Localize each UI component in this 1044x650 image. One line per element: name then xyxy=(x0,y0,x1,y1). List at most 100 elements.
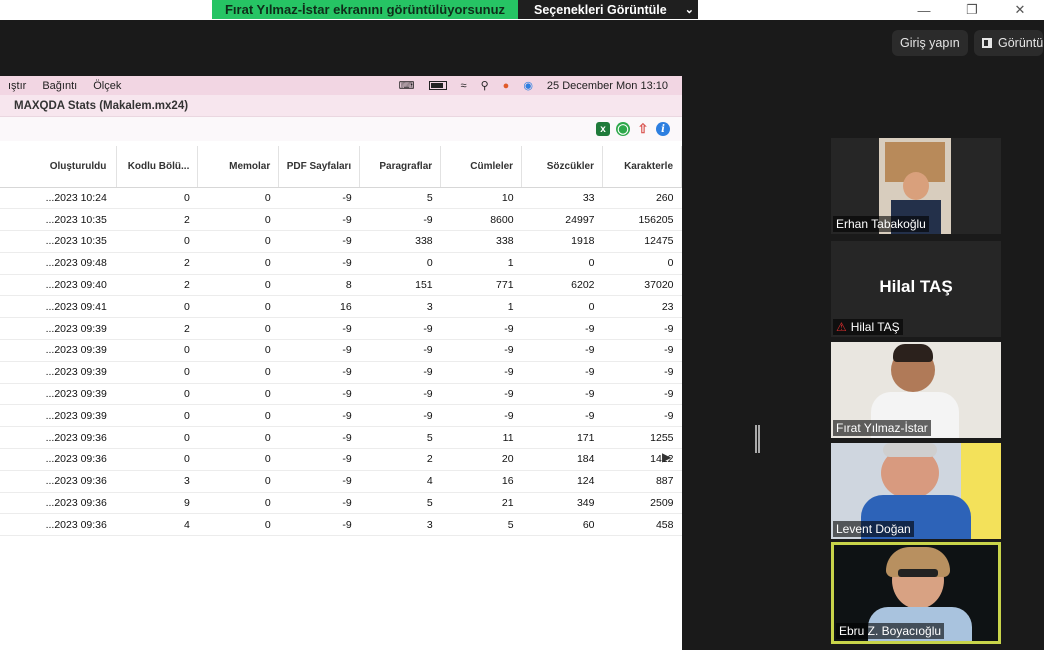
table-cell: -9 xyxy=(359,404,441,428)
participant-tile[interactable]: Fırat Yılmaz-İstar xyxy=(831,342,1001,438)
minimize-icon[interactable]: — xyxy=(900,3,948,18)
table-cell: 0 xyxy=(116,383,198,406)
table-cell: -9 xyxy=(602,383,682,406)
table-cell: ...2023 09:36 xyxy=(0,426,117,450)
col-header-pdf-pages[interactable]: PDF Sayfaları xyxy=(278,146,361,188)
table-cell: -9 xyxy=(440,404,522,428)
table-cell: 1 xyxy=(440,295,522,319)
table-header-row: Oluşturuldu Kodlu Bölü... Memolar PDF Sa… xyxy=(0,146,682,188)
table-row[interactable]: ...2023 09:39 0 0 -9 -9 -9 -9 -9 xyxy=(0,383,682,406)
table-row[interactable]: ...2023 09:39 2 0 -9 -9 -9 -9 -9 xyxy=(0,317,682,341)
table-cell: 349 xyxy=(521,492,603,515)
participant-tile[interactable]: Erhan Tabakoğlu xyxy=(831,138,1001,234)
table-row[interactable]: ...2023 09:40 2 0 8 151 771 6202 37020 xyxy=(0,274,682,297)
table-row[interactable]: ...2023 09:39 0 0 -9 -9 -9 -9 -9 xyxy=(0,404,682,428)
participant-tile[interactable]: Hilal TAŞ ⚠ Hilal TAŞ xyxy=(831,241,1001,337)
participant-tile-active-speaker[interactable]: Ebru Z. Boyacıoğlu xyxy=(831,542,1001,644)
table-cell: -9 xyxy=(278,208,360,232)
table-cell: 0 xyxy=(197,448,279,471)
table-cell: 16 xyxy=(278,295,360,319)
table-cell: 0 xyxy=(521,252,603,275)
table-row[interactable]: ...2023 10:35 0 0 -9 338 338 1918 12475 xyxy=(0,230,682,253)
table-row[interactable]: ...2023 10:35 2 0 -9 -9 8600 24997 156205 xyxy=(0,208,682,232)
table-cell: -9 xyxy=(359,383,441,406)
table-cell: ...2023 09:39 xyxy=(0,361,117,384)
web-export-icon[interactable]: ◯ xyxy=(616,122,630,136)
participant-name: Levent Doğan xyxy=(833,521,914,537)
table-row[interactable]: ...2023 09:36 0 0 -9 5 11 171 1255 xyxy=(0,426,682,450)
info-icon[interactable]: i xyxy=(656,122,670,136)
table-cell: 2509 xyxy=(602,492,682,515)
table-row[interactable]: ...2023 09:36 3 0 -9 4 16 124 887 xyxy=(0,470,682,493)
wifi-icon[interactable]: ≈ xyxy=(461,80,467,92)
table-cell: 8 xyxy=(278,274,360,297)
table-cell: 16 xyxy=(440,470,522,493)
table-cell: 0 xyxy=(197,492,279,515)
table-cell: 0 xyxy=(197,274,279,297)
table-cell: 0 xyxy=(116,295,198,319)
table-row[interactable]: ...2023 09:36 0 0 -9 2 20 184 1412 xyxy=(0,448,682,471)
view-label: Görüntü xyxy=(998,36,1044,50)
spotlight-search-icon[interactable]: ⚲ xyxy=(481,79,489,92)
close-icon[interactable]: ✕ xyxy=(996,2,1044,18)
stats-table: Oluşturuldu Kodlu Bölü... Memolar PDF Sa… xyxy=(0,146,682,537)
table-cell: 2 xyxy=(116,208,198,232)
restore-icon[interactable]: ❐ xyxy=(948,2,996,18)
keyboard-icon[interactable]: ⌨ xyxy=(399,79,415,92)
table-cell: -9 xyxy=(602,317,682,341)
table-cell: 3 xyxy=(359,295,441,319)
table-row[interactable]: ...2023 09:36 9 0 -9 5 21 349 2509 xyxy=(0,492,682,515)
table-cell: ...2023 09:36 xyxy=(0,470,117,493)
col-header-sentences[interactable]: Cümleler xyxy=(440,146,523,188)
table-row[interactable]: ...2023 09:39 0 0 -9 -9 -9 -9 -9 xyxy=(0,361,682,384)
table-row[interactable]: ...2023 09:48 2 0 -9 0 1 0 0 xyxy=(0,252,682,275)
table-cell: 338 xyxy=(440,230,522,253)
table-cell: 771 xyxy=(440,274,522,297)
table-row[interactable]: ...2023 09:36 4 0 -9 3 5 60 458 xyxy=(0,513,682,537)
table-cell: 0 xyxy=(197,252,279,275)
shared-screen: ıştır Bağıntı Ölçek ⌨ ≈ ⚲ ● ◉ 25 Decembe… xyxy=(0,76,682,650)
window-titlebar: Fırat Yılmaz-İstar ekranını görüntülüyor… xyxy=(0,0,1044,20)
chevron-down-icon: ⌄ xyxy=(684,4,694,16)
table-cell: 0 xyxy=(197,208,279,232)
battery-icon[interactable] xyxy=(428,81,447,90)
panel-resize-handle[interactable] xyxy=(755,425,760,453)
view-button[interactable]: Görüntü xyxy=(974,30,1044,56)
table-cell: -9 xyxy=(359,339,441,362)
table-cell: 0 xyxy=(116,339,198,362)
col-header-coded-segments[interactable]: Kodlu Bölü... xyxy=(116,146,199,188)
menu-item-2[interactable]: Bağıntı xyxy=(34,80,85,92)
table-cell: 1 xyxy=(440,252,522,275)
col-header-characters[interactable]: Karakterle xyxy=(602,146,682,188)
view-options-button[interactable]: Seçenekleri Görüntüle ⌄ xyxy=(518,0,698,19)
table-cell: 5 xyxy=(440,513,522,537)
screen-share-banner: Fırat Yılmaz-İstar ekranını görüntülüyor… xyxy=(212,0,698,19)
table-cell: -9 xyxy=(521,361,603,384)
col-header-memos[interactable]: Memolar xyxy=(197,146,280,188)
col-header-paragraphs[interactable]: Paragraflar xyxy=(359,146,442,188)
menu-item-3[interactable]: Ölçek xyxy=(85,80,129,92)
table-cell: 171 xyxy=(521,426,603,450)
signin-button[interactable]: Giriş yapın xyxy=(892,30,968,56)
participant-tile[interactable]: Levent Doğan xyxy=(831,443,1001,539)
excel-export-icon[interactable]: x xyxy=(596,122,610,136)
table-cell: 12475 xyxy=(602,230,682,253)
col-header-created[interactable]: Oluşturuldu xyxy=(0,146,118,188)
share-export-icon[interactable]: ⇧ xyxy=(636,121,650,136)
table-cell: 0 xyxy=(602,252,682,275)
table-row[interactable]: ...2023 10:24 0 0 -9 5 10 33 260 xyxy=(0,187,682,210)
table-cell: -9 xyxy=(602,339,682,362)
siri-icon[interactable]: ◉ xyxy=(523,79,533,92)
table-row[interactable]: ...2023 09:41 0 0 16 3 1 0 23 xyxy=(0,295,682,319)
table-cell: 0 xyxy=(197,361,279,384)
table-cell: 458 xyxy=(602,513,682,537)
menu-item-1[interactable]: ıştır xyxy=(0,80,34,92)
col-header-words[interactable]: Sözcükler xyxy=(521,146,603,188)
table-cell: ...2023 09:40 xyxy=(0,274,117,297)
table-cell: 21 xyxy=(440,492,522,515)
table-cell: 887 xyxy=(602,470,682,493)
table-row[interactable]: ...2023 09:39 0 0 -9 -9 -9 -9 -9 xyxy=(0,339,682,362)
menubar-datetime[interactable]: 25 December Mon 13:10 xyxy=(547,80,668,92)
control-center-icon[interactable]: ● xyxy=(503,80,510,92)
table-cell: -9 xyxy=(278,252,360,275)
